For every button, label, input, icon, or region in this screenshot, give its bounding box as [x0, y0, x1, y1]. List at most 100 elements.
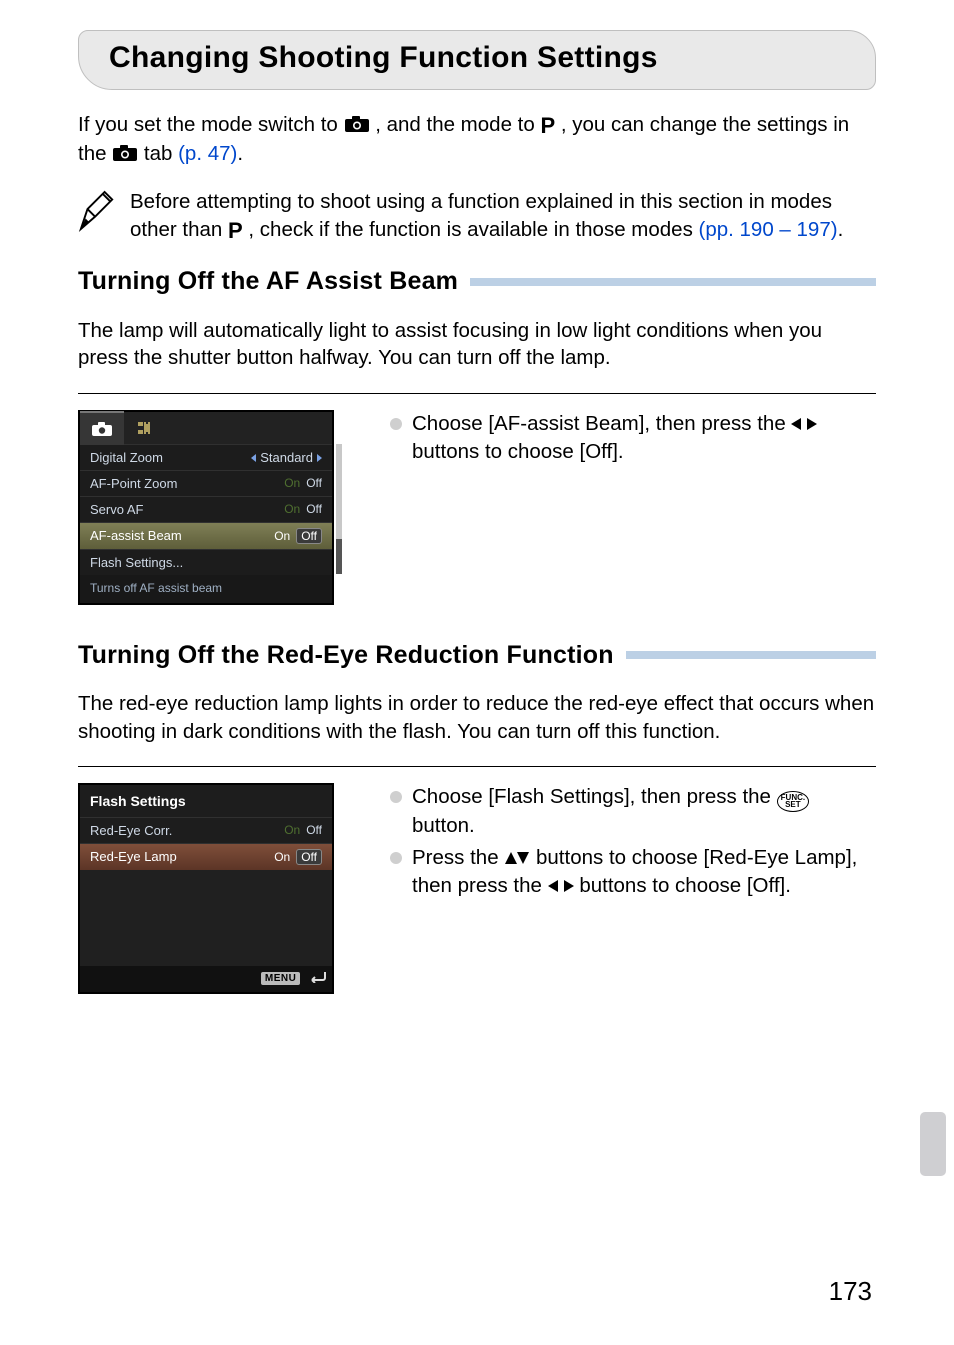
- p-mode-icon: P: [228, 216, 243, 245]
- menu-item-value: On Off: [274, 849, 322, 865]
- return-arrow-icon: [308, 971, 326, 986]
- menu-list: Digital Zoom Standard AF-Point Zoom On Of…: [80, 444, 332, 575]
- menu-header: Flash Settings: [80, 785, 332, 817]
- menu-item-red-eye-corr[interactable]: Red-Eye Corr. On Off: [80, 817, 332, 843]
- menu-item-flash-settings[interactable]: Flash Settings...: [80, 549, 332, 575]
- redeye-block: Flash Settings Red-Eye Corr. On Off Red-E…: [78, 783, 876, 994]
- af-block: Digital Zoom Standard AF-Point Zoom On Of…: [78, 410, 876, 605]
- text-1: Press the: [412, 846, 504, 869]
- menu-item-digital-zoom[interactable]: Digital Zoom Standard: [80, 444, 332, 470]
- section-desc-af: The lamp will automatically light to ass…: [78, 317, 876, 372]
- on-dim: On: [284, 502, 300, 516]
- menu-blank-area: [80, 870, 332, 966]
- bullet-text: Choose [AF-assist Beam], then press the …: [412, 410, 876, 466]
- menu-item-servo-af[interactable]: Servo AF OnOff: [80, 496, 332, 522]
- notice-text: Before attempting to shoot using a funct…: [130, 188, 876, 245]
- af-instructions: Choose [AF-assist Beam], then press the …: [390, 410, 876, 470]
- section-desc-redeye: The red-eye reduction lamp lights in ord…: [78, 690, 876, 745]
- menu-item-label: Red-Eye Lamp: [90, 849, 177, 864]
- bullet-text: Choose [Flash Settings], then press the …: [412, 783, 876, 840]
- up-down-buttons-icon: [504, 845, 530, 873]
- menu-item-label: AF-assist Beam: [90, 528, 182, 543]
- divider: [78, 393, 876, 394]
- intro-text-2: , and the mode to: [375, 113, 540, 136]
- bullet-row: Choose [Flash Settings], then press the …: [390, 783, 876, 840]
- on-dim: On: [284, 823, 300, 837]
- intro-text-1: If you set the mode switch to: [78, 113, 344, 136]
- menu-item-af-point-zoom[interactable]: AF-Point Zoom On Off: [80, 470, 332, 496]
- scrollbar-thumb[interactable]: [336, 444, 342, 539]
- bullet-row: Press the buttons to choose [Red-Eye Lam…: [390, 844, 876, 901]
- value-text: Off: [306, 476, 322, 490]
- menu-item-label: Servo AF: [90, 502, 143, 517]
- flash-settings-menu: Flash Settings Red-Eye Corr. On Off Red-E…: [78, 783, 334, 994]
- camera-icon: [344, 115, 370, 133]
- camera-menu-screenshot-redeye: Flash Settings Red-Eye Corr. On Off Red-E…: [78, 783, 334, 994]
- notice-text-2: , check if the function is available in …: [248, 218, 698, 241]
- menu-item-af-assist-beam[interactable]: AF-assist Beam On Off: [80, 522, 332, 549]
- value-text: Off: [296, 528, 322, 544]
- on-label: On: [274, 529, 290, 543]
- tab-setup[interactable]: [124, 412, 168, 444]
- page-root: Changing Shooting Function Settings If y…: [0, 0, 954, 1345]
- menu-item-value: On Off: [274, 528, 322, 544]
- bullet-dot-icon: [390, 852, 402, 864]
- on-label: On: [274, 850, 290, 864]
- bullet-text: Press the buttons to choose [Red-Eye Lam…: [412, 844, 876, 901]
- text-1: Choose [AF-assist Beam], then press the: [412, 412, 791, 435]
- left-right-buttons-icon: [548, 873, 574, 901]
- menu-button-label[interactable]: MENU: [261, 972, 300, 985]
- right-arrow-icon: [317, 454, 322, 462]
- text-2: button.: [412, 814, 475, 837]
- menu-item-value: Standard: [251, 450, 322, 465]
- page-ref-link[interactable]: (p. 47): [178, 142, 237, 165]
- menu-item-label: Flash Settings...: [90, 555, 183, 570]
- bullet-row: Choose [AF-assist Beam], then press the …: [390, 410, 876, 466]
- menu-tabs: [80, 412, 332, 444]
- camera-menu: Digital Zoom Standard AF-Point Zoom On Of…: [78, 410, 334, 605]
- menu-item-label: Red-Eye Corr.: [90, 823, 172, 838]
- left-right-buttons-icon: [791, 411, 817, 439]
- menu-body: Red-Eye Corr. On Off Red-Eye Lamp On Off: [80, 817, 332, 966]
- menu-item-red-eye-lamp[interactable]: Red-Eye Lamp On Off: [80, 843, 332, 870]
- intro-text-4: tab: [144, 142, 178, 165]
- funcset-line2: SET: [785, 800, 801, 809]
- menu-item-value: OnOff: [284, 502, 322, 516]
- heading-rule: [626, 651, 876, 659]
- menu-footer: MENU: [80, 966, 332, 992]
- text-3: buttons to choose [Off].: [579, 874, 791, 897]
- intro-paragraph: If you set the mode switch to , and the …: [78, 111, 876, 168]
- section-heading-af: Turning Off the AF Assist Beam: [78, 267, 876, 296]
- main-title: Changing Shooting Function Settings: [109, 41, 849, 75]
- bullet-dot-icon: [390, 791, 402, 803]
- camera-menu-screenshot-af: Digital Zoom Standard AF-Point Zoom On Of…: [78, 410, 334, 605]
- camera-icon: [112, 144, 138, 162]
- on-dim: On: [284, 476, 300, 490]
- menu-item-label: AF-Point Zoom: [90, 476, 177, 491]
- side-index-tab: [920, 1112, 946, 1176]
- menu-item-label: Digital Zoom: [90, 450, 163, 465]
- value-text: Off: [306, 823, 322, 837]
- bullet-dot-icon: [390, 418, 402, 430]
- page-number: 173: [829, 1276, 872, 1307]
- heading-rule: [470, 278, 876, 286]
- section-heading-redeye: Turning Off the Red-Eye Reduction Functi…: [78, 641, 876, 670]
- notice-block: Before attempting to shoot using a funct…: [78, 188, 876, 245]
- menu-item-value: On Off: [284, 476, 322, 490]
- divider: [78, 766, 876, 767]
- notice-text-3: .: [838, 218, 844, 241]
- func-set-button-icon: FUNC.SET: [777, 791, 809, 812]
- section-title: Turning Off the AF Assist Beam: [78, 267, 458, 296]
- menu-footer-hint: Turns off AF assist beam: [80, 575, 332, 603]
- tab-shooting[interactable]: [80, 411, 124, 445]
- text-2: buttons to choose [Off].: [412, 440, 624, 463]
- page-ref-link[interactable]: (pp. 190 – 197): [699, 218, 838, 241]
- p-mode-icon: P: [540, 111, 555, 141]
- intro-text-5: .: [237, 142, 243, 165]
- section-title: Turning Off the Red-Eye Reduction Functi…: [78, 641, 614, 670]
- value-text: Off: [296, 849, 322, 865]
- text-1: Choose [Flash Settings], then press the: [412, 785, 777, 808]
- value-text: Standard: [260, 450, 313, 465]
- menu-item-value: On Off: [284, 823, 322, 837]
- left-arrow-icon: [251, 454, 256, 462]
